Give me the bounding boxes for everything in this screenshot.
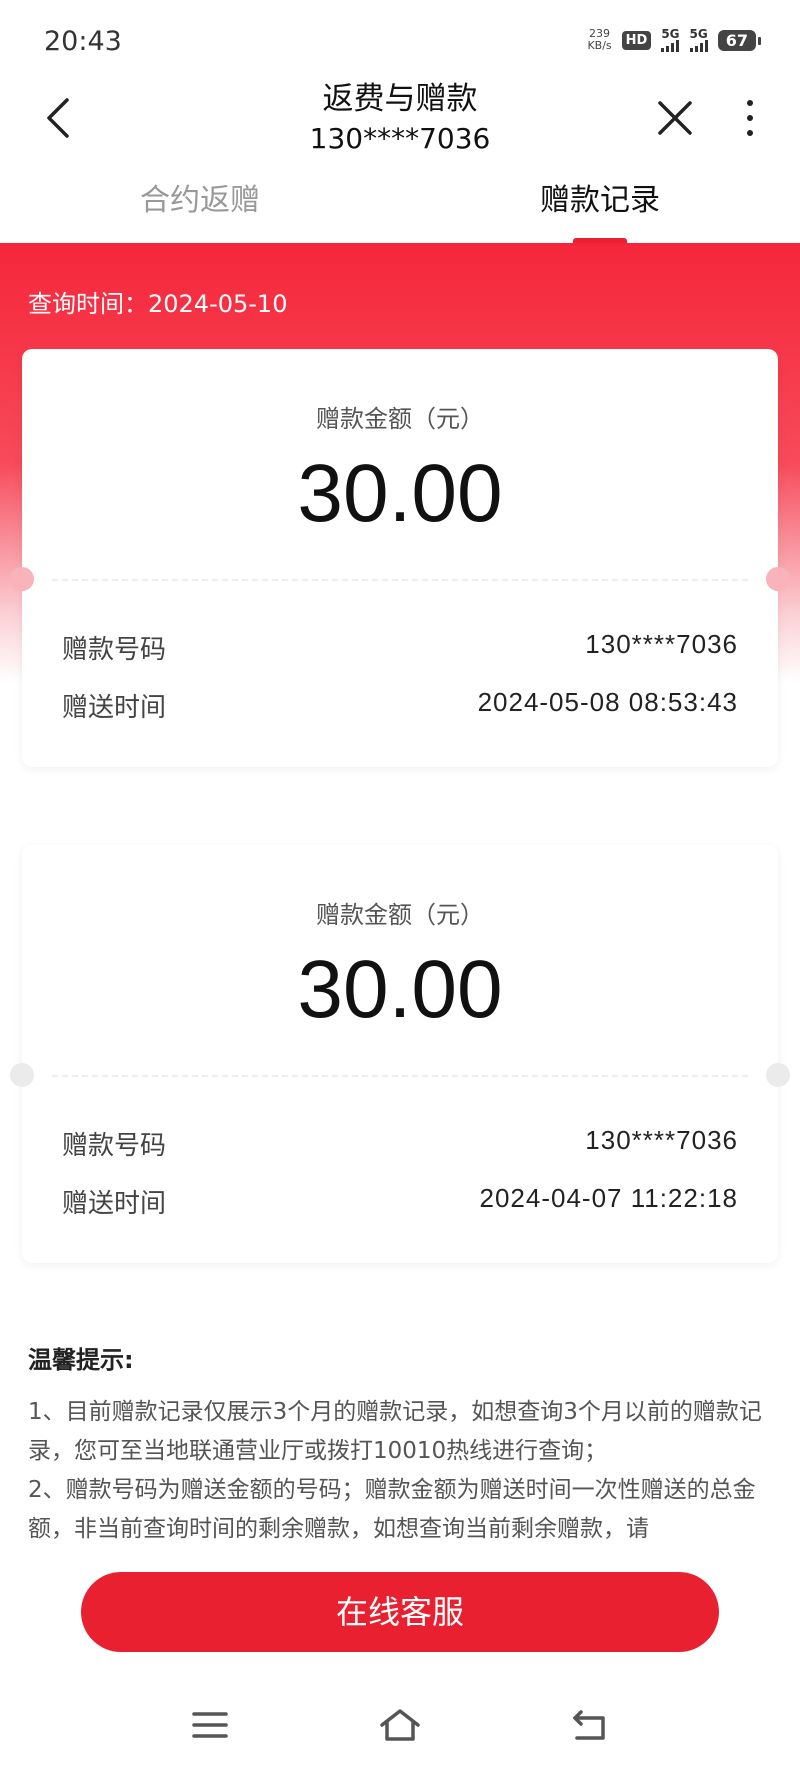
amount-value: 30.00	[297, 448, 503, 539]
grant-record-card: 赠款金额（元） 30.00 赠款号码 130****7036 赠送时间 2024…	[10, 845, 790, 1263]
status-time: 20:43	[44, 26, 122, 57]
signal-icon: 5G	[661, 27, 680, 52]
battery-icon: 67	[717, 29, 762, 51]
tips-section: 温馨提示: 1、目前赠款记录仅展示3个月的赠款记录，如想查询3个月以前的赠款记录…	[28, 1340, 778, 1550]
online-service-button[interactable]: 在线客服	[81, 1572, 719, 1652]
return-button[interactable]	[560, 1695, 620, 1755]
return-icon	[573, 1709, 605, 1740]
card-notch	[10, 1063, 34, 1087]
close-button[interactable]	[645, 88, 705, 148]
grant-number-row: 赠款号码 130****7036	[62, 1125, 738, 1162]
app-header: 返费与赠款 130****7036	[0, 78, 800, 160]
close-icon	[658, 101, 692, 135]
more-options-button[interactable]	[730, 88, 770, 148]
grant-number-label: 赠款号码	[62, 635, 167, 665]
tip-item: 1、目前赠款记录仅展示3个月的赠款记录，如想查询3个月以前的赠款记录，您可至当地…	[28, 1399, 762, 1464]
grant-time-row: 赠送时间 2024-04-07 11:22:18	[62, 1183, 738, 1220]
sim2-network-label: 5G	[689, 27, 708, 41]
dashed-divider	[52, 1075, 748, 1077]
grant-time-value: 2024-05-08 08:53:43	[477, 687, 738, 717]
amount-value: 30.00	[297, 944, 503, 1035]
sim2-signal-bars	[689, 40, 708, 52]
grant-record-card: 赠款金额（元） 30.00 赠款号码 130****7036 赠送时间 2024…	[10, 349, 790, 767]
menu-button[interactable]	[180, 1695, 240, 1755]
network-speed: 239 KB/s	[587, 28, 611, 52]
sim1-signal-bars	[661, 40, 680, 52]
tips-title: 温馨提示:	[28, 1346, 134, 1374]
card-notch	[10, 567, 34, 591]
grant-time-label: 赠送时间	[62, 1189, 167, 1219]
grant-number-value: 130****7036	[585, 1125, 738, 1155]
home-icon	[380, 1708, 420, 1741]
more-vertical-icon	[747, 100, 753, 136]
network-speed-unit: KB/s	[587, 39, 612, 52]
grant-number-label: 赠款号码	[62, 1131, 167, 1161]
status-bar: 20:43 239 KB/s HD 5G 5G 67	[0, 0, 800, 78]
card-notch	[766, 1063, 790, 1087]
grant-number-row: 赠款号码 130****7036	[62, 629, 738, 666]
tip-item: 2、赠款号码为赠送金额的号码；赠款金额为赠送时间一次性赠送的总金额，非当前查询时…	[28, 1477, 756, 1542]
grant-time-row: 赠送时间 2024-05-08 08:53:43	[62, 687, 738, 724]
grant-time-value: 2024-04-07 11:22:18	[479, 1183, 738, 1213]
home-button[interactable]	[370, 1695, 430, 1755]
tab-grant-records[interactable]: 赠款记录	[400, 160, 800, 244]
sim1-network-label: 5G	[661, 27, 680, 41]
amount-label: 赠款金额（元）	[316, 901, 484, 929]
grant-time-label: 赠送时间	[62, 693, 167, 723]
signal-icon: 5G	[689, 27, 708, 52]
grant-number-value: 130****7036	[585, 629, 738, 659]
amount-label: 赠款金额（元）	[316, 405, 484, 433]
tab-contract-rebate[interactable]: 合约返赠	[0, 160, 400, 244]
dashed-divider	[52, 579, 748, 581]
menu-icon	[192, 1711, 228, 1738]
system-nav-bar	[0, 1680, 800, 1769]
card-notch	[766, 567, 790, 591]
hd-icon: HD	[621, 30, 652, 50]
status-icons: 239 KB/s HD 5G 5G 67	[587, 27, 762, 52]
tab-bar: 合约返赠 赠款记录	[0, 160, 800, 244]
query-date: 查询时间：2024-05-10	[28, 290, 288, 318]
